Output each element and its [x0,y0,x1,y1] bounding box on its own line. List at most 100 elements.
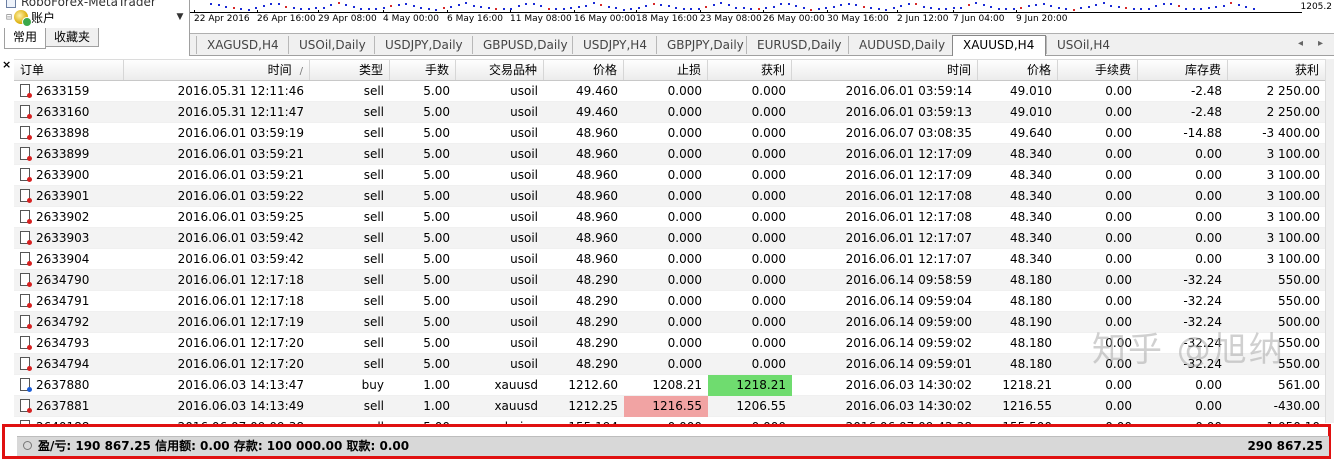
cell-commission: 0.00 [1058,291,1138,312]
table-row[interactable]: 2634790 2016.06.01 12:17:18 sell 5.00 usoil 4… [14,270,1326,291]
column-header-sl[interactable]: 止损 [624,60,708,80]
sell-order-icon [20,168,32,182]
chart-tab-xagusd-h4[interactable]: XAGUSD,H4 [196,36,288,54]
table-row[interactable]: 2633159 2016.05.31 12:11:46 sell 5.00 usoil 4… [14,81,1326,102]
cell-type: sell [310,291,390,312]
close-icon[interactable]: × [2,58,11,71]
price-bar-mark [975,2,977,5]
price-bar-mark [532,3,535,6]
chart-tab-usoil-daily[interactable]: USOil,Daily [288,36,374,54]
table-row[interactable]: 2633160 2016.05.31 12:11:47 sell 5.00 usoil 4… [14,102,1326,123]
cell-value: 2634794 [36,357,90,371]
chart-tab-gbpjpy-daily[interactable]: GBPJPY,Daily [656,36,746,54]
table-row[interactable]: 2633901 2016.06.01 03:59:22 sell 5.00 usoil 4… [14,186,1326,207]
cell-value: usoil [510,126,538,140]
cell-lots: 5.00 [390,312,456,333]
chart-plot[interactable] [190,0,1302,13]
price-bar-mark [1162,2,1165,5]
chart-tab-eurusd-daily[interactable]: EURUSD,Daily [746,36,848,54]
vertical-scrollbar[interactable] [1325,59,1334,423]
table-row[interactable]: 2633900 2016.06.01 03:59:21 sell 5.00 usoil 4… [14,165,1326,186]
tab-favorites[interactable]: 收藏夹 [45,28,100,47]
cell-value: 48.180 [1010,273,1052,287]
cell-close-price: 48.340 [978,228,1058,249]
cell-sl: 0.000 [624,312,708,333]
cell-value: 5.00 [423,336,450,350]
column-header-close-price[interactable]: 价格 [978,60,1058,80]
table-row[interactable]: 2634794 2016.06.01 12:17:20 sell 5.00 usoil 4… [14,354,1326,375]
price-bar-mark [712,4,715,7]
column-header-commission[interactable]: 手续费 [1058,60,1138,80]
price-bar-mark [847,3,850,6]
cell-close-price: 48.180 [978,354,1058,375]
cell-value: usoil [510,357,538,371]
cell-value: 0.00 [1105,399,1132,413]
chart-tab-audusd-daily[interactable]: AUDUSD,Daily [848,36,952,54]
chevron-down-icon[interactable]: ▼ [173,10,187,24]
cell-profit: 550.00 [1228,291,1326,312]
chart-tab-usdjpy-daily[interactable]: USDJPY,Daily [374,36,472,54]
chart-tab-usoil-h4[interactable]: USOil,H4 [1046,36,1112,54]
column-header-profit[interactable]: 获利 [1228,60,1326,80]
price-bar-mark [930,6,932,9]
table-row[interactable]: 2633903 2016.06.01 03:59:42 sell 5.00 usoil 4… [14,228,1326,249]
cell-close-time: 2016.06.03 14:30:02 [792,396,978,417]
cell-sl: 0.000 [624,165,708,186]
cell-open-time: 2016.06.01 03:59:22 [124,186,310,207]
navigator-accounts-item[interactable]: ⊟ 账户 [6,9,55,27]
cell-value: usoil [510,84,538,98]
chart-area[interactable]: 22 Apr 2016 26 Apr 16:00 29 Apr 08:00 4 May… [190,0,1334,34]
cell-value: 2016.06.01 12:17:18 [177,294,304,308]
cell-value: 2016.06.01 03:59:14 [845,84,972,98]
column-header-open-time[interactable]: 时间 / [124,60,310,80]
table-row[interactable]: 2633898 2016.06.01 03:59:19 sell 5.00 usoil 4… [14,123,1326,144]
table-row[interactable]: 2634792 2016.06.01 12:17:19 sell 5.00 usoil 4… [14,312,1326,333]
price-bar-mark [412,5,415,8]
cell-value: -2.48 [1190,84,1222,98]
table-row[interactable]: 2633902 2016.06.01 03:59:25 sell 5.00 usoil 4… [14,207,1326,228]
tab-common[interactable]: 常用 [4,28,47,49]
price-bar-mark [1110,5,1112,8]
column-header-price[interactable]: 价格 [544,60,624,80]
column-header-order[interactable]: 订单 [14,60,124,80]
history-table-body[interactable]: 2633159 2016.05.31 12:11:46 sell 5.00 usoil 4… [14,81,1326,425]
price-bar-mark [802,6,805,9]
price-bar-mark [1245,6,1247,9]
cell-value: 48.960 [576,231,618,245]
cell-order: 2633899 [14,144,124,165]
table-row[interactable]: 2637881 2016.06.03 14:13:49 sell 1.00 xauusd… [14,396,1326,417]
cell-type: sell [310,312,390,333]
table-row[interactable]: 2634793 2016.06.01 12:17:20 sell 5.00 usoil 4… [14,333,1326,354]
table-row[interactable]: 2633899 2016.06.01 03:59:21 sell 5.00 usoil 4… [14,144,1326,165]
chart-tab-xauusd-h4[interactable]: XAUUSD,H4 [952,35,1046,56]
cell-sl: 0.000 [624,228,708,249]
column-header-symbol[interactable]: 交易品种 [456,60,544,80]
column-header-type[interactable]: 类型 [310,60,390,80]
column-header-close-time[interactable]: 时间 [792,60,978,80]
cell-commission: 0.00 [1058,165,1138,186]
column-header-lots[interactable]: 手数 [390,60,456,80]
chevron-right-icon[interactable]: ▸ [1318,38,1323,49]
price-bar-mark [307,7,310,10]
tree-expand-icon[interactable]: ⊟ [6,12,12,23]
column-header-tp[interactable]: 获利 [708,60,792,80]
chart-tab-gbpusd-daily[interactable]: GBPUSD,Daily [472,36,572,54]
price-bar-mark [1027,4,1030,7]
summary-row[interactable]: 盈/亏: 190 867.25 信用额: 0.00 存款: 100 000.00… [17,436,1329,456]
cell-value: 48.290 [576,273,618,287]
price-bar-mark [450,5,452,8]
chevron-left-icon[interactable]: ◂ [1298,38,1303,49]
chart-tab-usdjpy-h4[interactable]: USDJPY,H4 [572,36,656,54]
cell-close-price: 48.190 [978,312,1058,333]
cell-close-price: 48.180 [978,333,1058,354]
column-header-swap[interactable]: 库存费 [1138,60,1228,80]
price-bar-mark [682,7,685,10]
price-bar-mark [457,4,460,7]
cell-value: sell [363,294,384,308]
table-row[interactable]: 2634791 2016.06.01 12:17:18 sell 5.00 usoil 4… [14,291,1326,312]
table-row[interactable]: 2633904 2016.06.01 03:59:42 sell 5.00 usoil 4… [14,249,1326,270]
price-bar-mark [570,7,572,10]
table-row[interactable]: 2637880 2016.06.03 14:13:47 buy 1.00 xauusd 1… [14,375,1326,396]
cell-value: 2016.06.01 12:17:09 [845,147,972,161]
cell-tp: 1218.21 [708,375,792,396]
